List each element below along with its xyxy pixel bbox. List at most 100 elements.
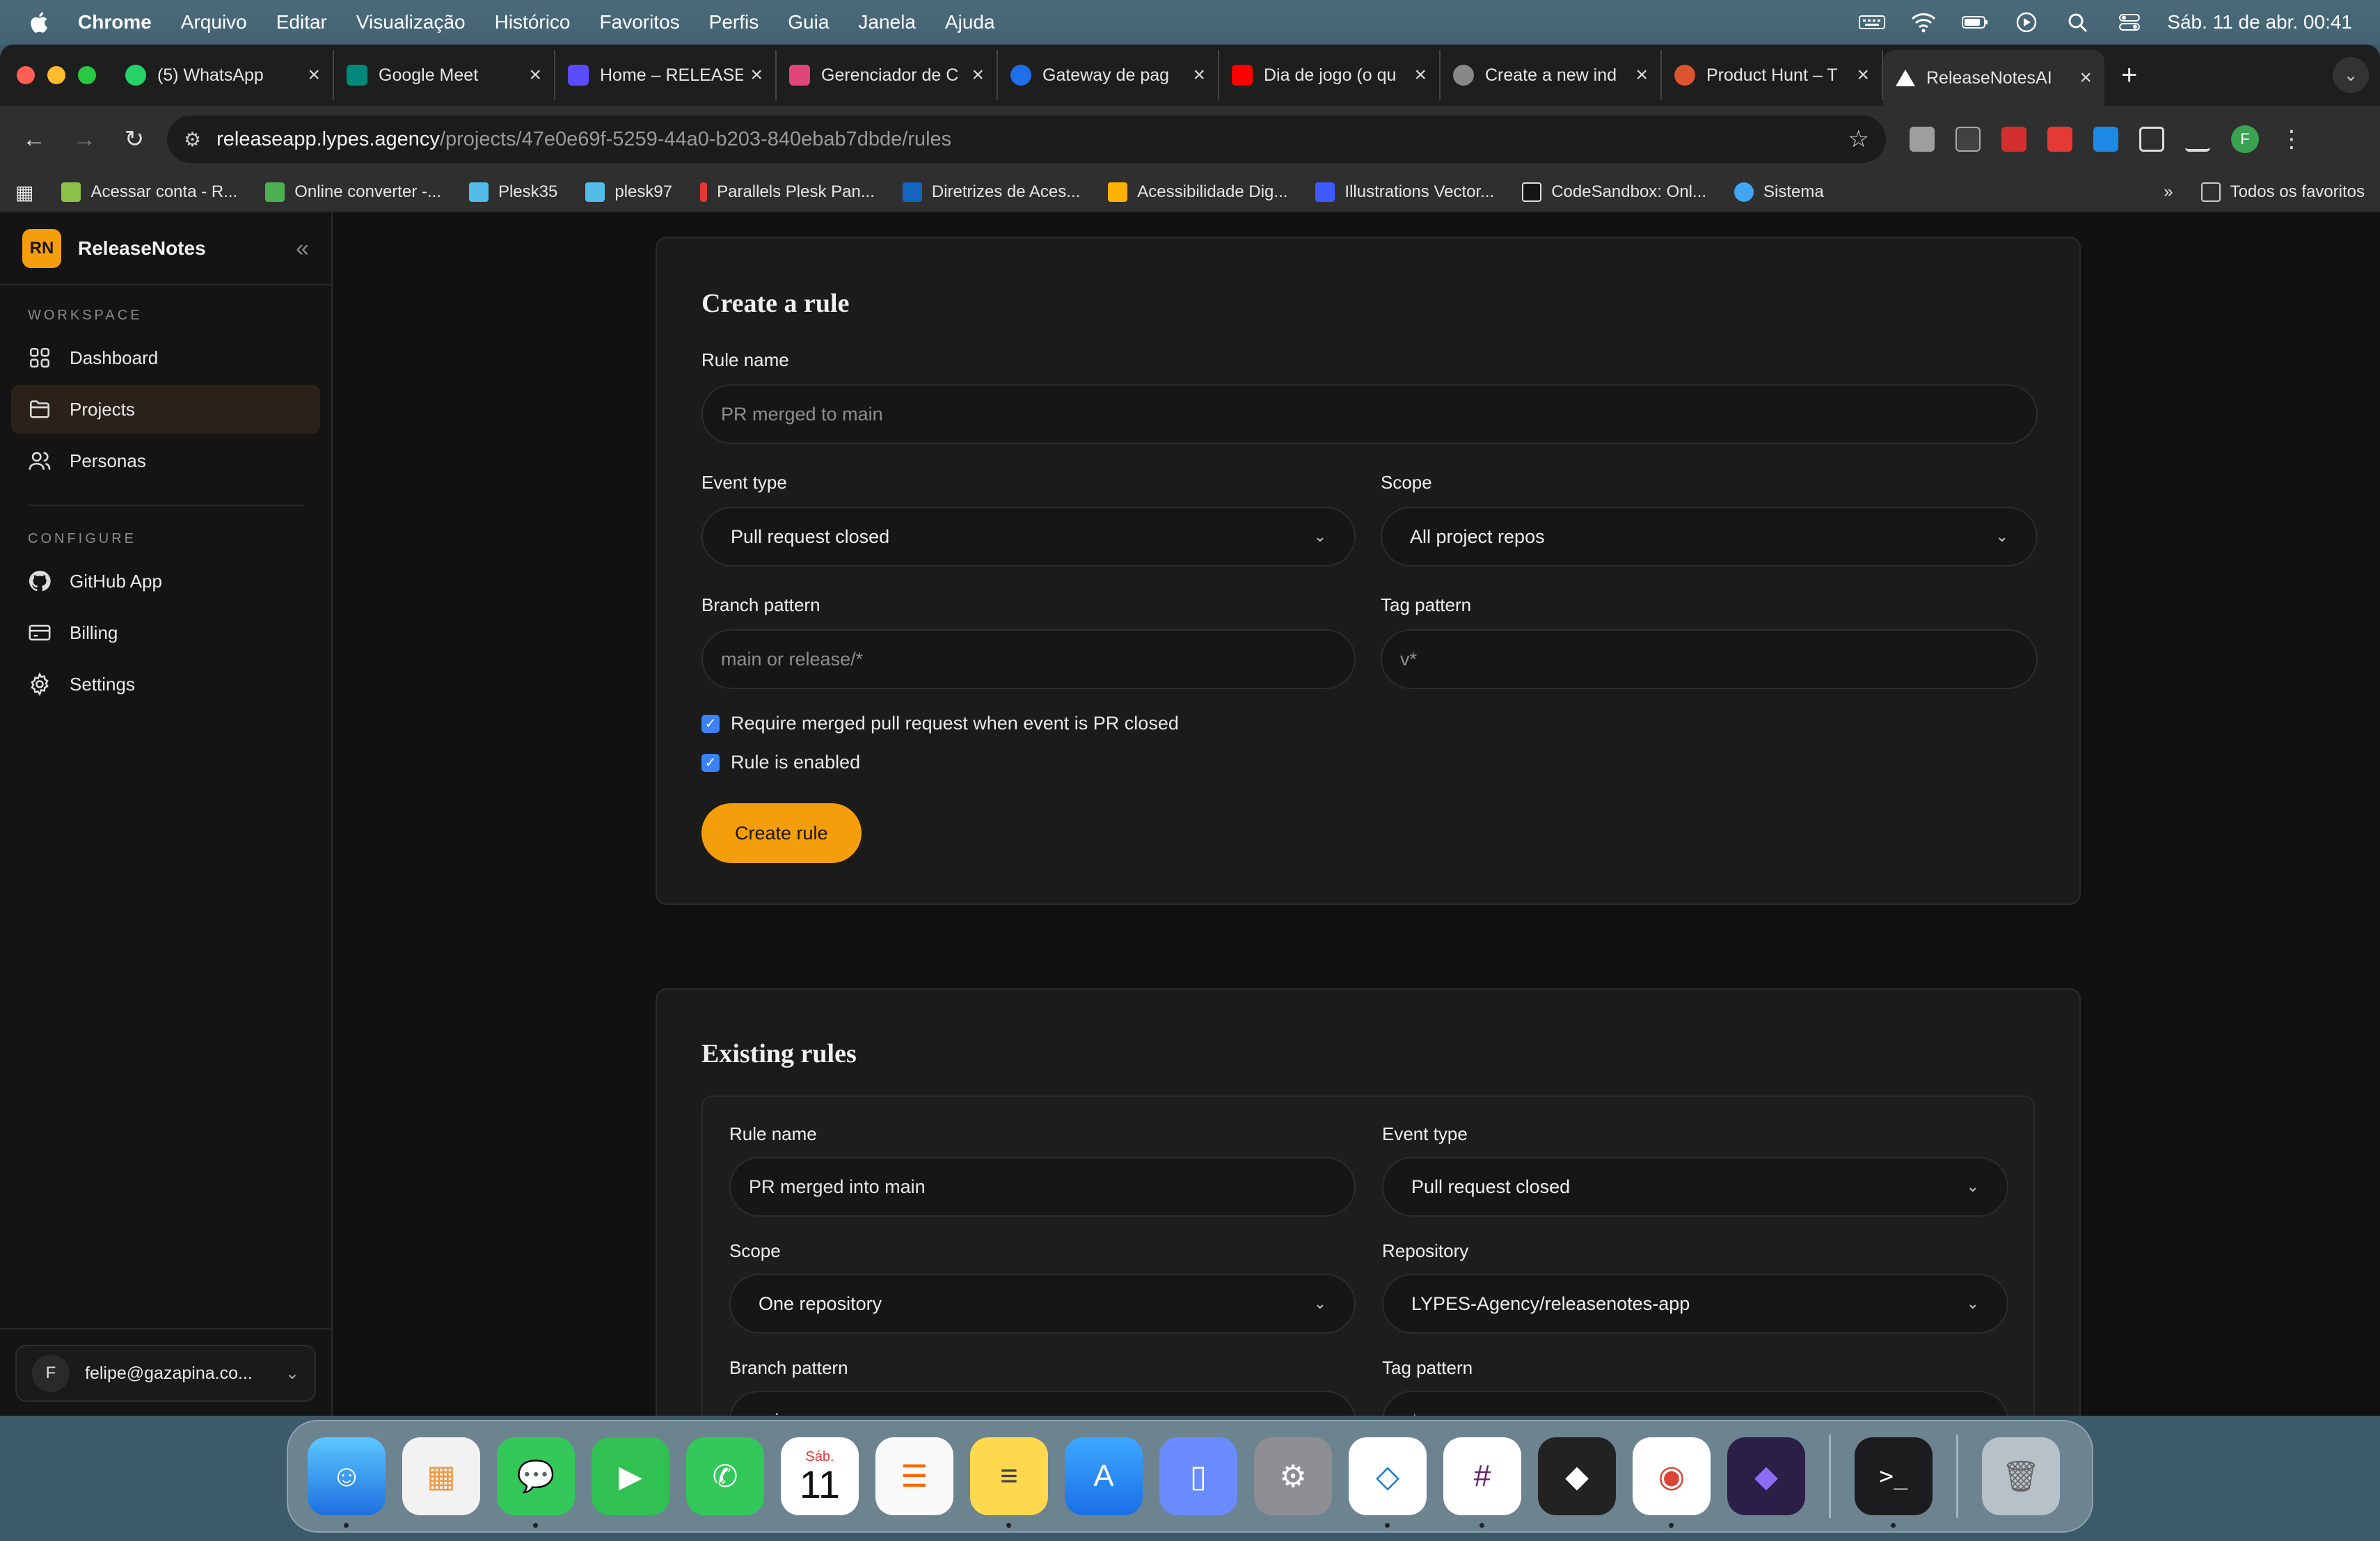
bookmark-item[interactable]: Parallels Plesk Pan...	[700, 182, 875, 202]
t-extension-icon[interactable]	[2093, 127, 2118, 152]
close-tab-icon[interactable]: ×	[971, 63, 984, 87]
app-store-icon[interactable]: A	[1065, 1437, 1143, 1515]
require-merged-checkbox[interactable]: ✓ Require merged pull request when event …	[701, 713, 1179, 734]
reload-icon[interactable]: ↻	[117, 122, 152, 157]
all-bookmarks-folder[interactable]: Todos os favoritos	[2200, 182, 2365, 202]
messages-icon[interactable]: 💬	[497, 1437, 575, 1528]
keyboard-icon[interactable]	[1858, 10, 1886, 34]
collapse-sidebar-icon[interactable]: «	[296, 235, 309, 262]
calendar-icon[interactable]: Sáb. 11	[781, 1437, 859, 1515]
repository-select[interactable]: LYPES-Agency/releasenotes-app ⌄	[1382, 1274, 2008, 1334]
puzzle-extensions-icon[interactable]	[2139, 127, 2164, 152]
bookmark-item[interactable]: Diretrizes de Aces...	[902, 182, 1080, 202]
account-switcher[interactable]: F felipe@gazapina.co... ⌄	[15, 1345, 316, 1402]
control-center-icon[interactable]	[2116, 10, 2143, 34]
more-bookmarks-icon[interactable]: »	[2164, 182, 2173, 202]
close-tab-icon[interactable]: ×	[2079, 66, 2092, 90]
menu-visualizacao[interactable]: Visualização	[356, 11, 466, 33]
tab-releasenotesai[interactable]: ReleaseNotesAI ×	[1883, 50, 2104, 106]
close-tab-icon[interactable]: ×	[529, 63, 541, 87]
menu-perfis[interactable]: Perfis	[709, 11, 759, 33]
menu-ajuda[interactable]: Ajuda	[945, 11, 995, 33]
sidebar-item-projects[interactable]: Projects	[11, 385, 320, 434]
tab-youtube[interactable]: Dia de jogo (o qu ×	[1219, 50, 1441, 100]
bookmark-item[interactable]: Acessar conta - R...	[61, 182, 237, 202]
phone-icon[interactable]: ✆	[686, 1437, 764, 1515]
menu-guia[interactable]: Guia	[788, 11, 829, 33]
close-tab-icon[interactable]: ×	[1193, 63, 1205, 87]
bookmark-item[interactable]: Sistema	[1734, 182, 1824, 202]
bookmark-star-icon[interactable]: ☆	[1848, 125, 1869, 153]
launchpad-icon[interactable]: ▦	[402, 1437, 480, 1515]
minimize-window-button[interactable]	[47, 66, 65, 84]
s-extension-icon[interactable]	[2001, 127, 2026, 152]
slack-icon[interactable]: #	[1443, 1437, 1521, 1528]
tab-gateway[interactable]: Gateway de pag ×	[998, 50, 1219, 100]
download-icon[interactable]	[2185, 127, 2210, 152]
scope-select[interactable]: One repository ⌄	[729, 1274, 1356, 1334]
close-window-button[interactable]	[17, 66, 35, 84]
notes-icon[interactable]: ≡	[970, 1437, 1048, 1528]
back-icon[interactable]: ←	[17, 122, 51, 157]
branch-pattern-input[interactable]: main	[729, 1391, 1356, 1416]
branch-pattern-input[interactable]: main or release/*	[701, 629, 1356, 689]
system-settings-icon[interactable]: ⚙	[1254, 1437, 1332, 1515]
event-type-select[interactable]: Pull request closed ⌄	[701, 507, 1356, 567]
bookmark-item[interactable]: Plesk35	[468, 182, 557, 202]
apps-grid-icon[interactable]: ▦	[15, 181, 33, 204]
close-tab-icon[interactable]: ×	[750, 63, 763, 87]
menu-editar[interactable]: Editar	[276, 11, 327, 33]
checkmark-icon[interactable]: ✓	[701, 753, 720, 772]
tag-pattern-input[interactable]: v*	[1382, 1391, 2008, 1416]
event-type-select[interactable]: Pull request closed ⌄	[1382, 1157, 2008, 1217]
tab-whatsapp[interactable]: (5) WhatsApp ×	[113, 50, 334, 100]
sidebar-item-billing[interactable]: Billing	[11, 608, 320, 657]
sidebar-item-personas[interactable]: Personas	[11, 436, 320, 485]
trash-icon[interactable]: 🗑	[1982, 1437, 2060, 1515]
app-logo[interactable]: RN	[22, 229, 61, 268]
reminders-icon[interactable]: ☰	[875, 1437, 953, 1515]
finder-icon[interactable]: ☺	[308, 1437, 386, 1528]
menu-historico[interactable]: Histórico	[495, 11, 571, 33]
chrome-icon[interactable]: ◉	[1633, 1437, 1711, 1528]
sidebar-item-dashboard[interactable]: Dashboard	[11, 333, 320, 382]
bookmark-item[interactable]: CodeSandbox: Onl...	[1522, 182, 1706, 202]
forward-icon[interactable]: →	[67, 122, 102, 157]
bookmark-item[interactable]: Acessibilidade Dig...	[1108, 182, 1287, 202]
obsidian-icon[interactable]: ◆	[1727, 1437, 1805, 1515]
create-rule-button[interactable]: Create rule	[701, 803, 862, 863]
sidebar-item-settings[interactable]: Settings	[11, 660, 320, 709]
tab-google-meet[interactable]: Google Meet ×	[334, 50, 555, 100]
checkmark-icon[interactable]: ✓	[701, 714, 720, 733]
play-icon[interactable]	[2013, 10, 2040, 34]
bookmark-item[interactable]: Illustrations Vector...	[1315, 182, 1494, 202]
new-tab-button[interactable]: +	[2121, 60, 2137, 91]
apple-icon[interactable]	[28, 10, 49, 34]
tab-gerenciador[interactable]: Gerenciador de C ×	[777, 50, 998, 100]
address-bar[interactable]: ⚙ releaseapp.lypes.agency/projects/47e0e…	[167, 116, 1886, 163]
menu-janela[interactable]: Janela	[858, 11, 916, 33]
bookmark-item[interactable]: Online converter -...	[265, 182, 441, 202]
rule-enabled-checkbox[interactable]: ✓ Rule is enabled	[701, 752, 860, 773]
vscode-icon[interactable]: ◇	[1349, 1437, 1427, 1528]
search-icon[interactable]	[2064, 10, 2092, 34]
close-tab-icon[interactable]: ×	[308, 63, 320, 87]
zoom-window-button[interactable]	[78, 66, 96, 84]
battery-icon[interactable]	[1961, 10, 1989, 34]
rule-name-input[interactable]: PR merged to main	[701, 384, 2038, 444]
sidebar-item-github-app[interactable]: GitHub App	[11, 557, 320, 606]
menu-app-name[interactable]: Chrome	[78, 11, 152, 33]
tab-create-index[interactable]: Create a new ind ×	[1441, 50, 1662, 100]
tab-search-icon[interactable]: ⌄	[2333, 57, 2369, 93]
site-settings-icon[interactable]: ⚙	[184, 128, 201, 151]
close-tab-icon[interactable]: ×	[1635, 63, 1648, 87]
tab-product-hunt[interactable]: Product Hunt – T ×	[1662, 50, 1883, 100]
wifi-icon[interactable]	[1910, 10, 1937, 34]
cwv-extension-icon[interactable]	[1955, 127, 1981, 152]
tab-home-release[interactable]: Home – RELEASE ×	[555, 50, 777, 100]
facetime-icon[interactable]: ▶	[592, 1437, 669, 1515]
scope-select[interactable]: All project repos ⌄	[1381, 507, 2038, 567]
browser-menu-icon[interactable]: ⋮	[2280, 125, 2303, 153]
tag-pattern-input[interactable]: v*	[1381, 629, 2038, 689]
terminal-icon[interactable]: >_	[1855, 1437, 1933, 1528]
